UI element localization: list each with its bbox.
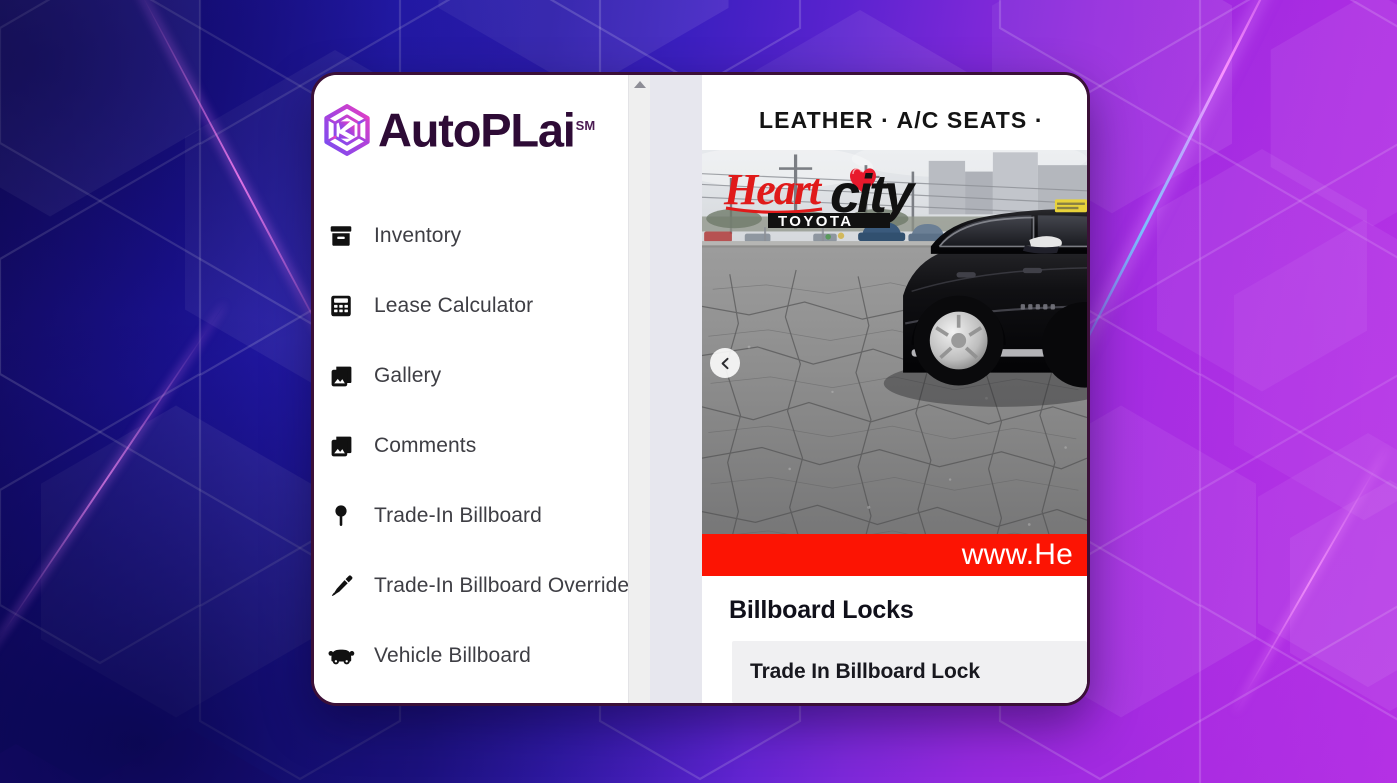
- map-pin-icon: [326, 501, 356, 531]
- dealer-url-banner: www.He: [702, 534, 1087, 576]
- archive-box-icon: [326, 221, 356, 251]
- sidebar-item-inventory[interactable]: Inventory: [314, 201, 628, 271]
- sidebar-item-label: Comments: [374, 434, 477, 457]
- fountain-pen-icon: [326, 571, 356, 601]
- sidebar-item-label: Gallery: [374, 364, 442, 387]
- sidebar-item-label: Vehicle Billboard: [374, 644, 531, 667]
- sidebar-item-lease-calculator[interactable]: Lease Calculator: [314, 271, 628, 341]
- car-icon: [326, 641, 356, 671]
- sidebar-item-comments[interactable]: Comments: [314, 411, 628, 481]
- dealer-logo: city Heart TOYOTA: [712, 156, 950, 234]
- chevron-left-icon: [719, 357, 732, 370]
- sidebar-item-trade-in-billboard-override[interactable]: Trade-In Billboard Override: [314, 551, 628, 621]
- sidebar-item-gallery[interactable]: Gallery: [314, 341, 628, 411]
- images-icon: [326, 431, 356, 461]
- panel-gutter: [650, 75, 702, 703]
- sidebar: AutoPLaiSM Inventory Lease Calculator Ga…: [314, 75, 628, 703]
- sidebar-item-label: Trade-In Billboard: [374, 504, 542, 527]
- lock-row-label: Trade In Billboard Lock: [750, 660, 980, 683]
- triangle-up-icon[interactable]: [633, 81, 646, 88]
- content-panel: LEATHER · A/C SEATS · city Heart TOYOTA …: [702, 75, 1087, 703]
- sidebar-scrollbar[interactable]: [628, 75, 650, 703]
- carousel-prev-button[interactable]: [710, 348, 740, 378]
- sidebar-item-label: Inventory: [374, 224, 462, 247]
- calculator-icon: [326, 291, 356, 321]
- brand-sm-mark: SM: [575, 118, 596, 133]
- app-window: AutoPLaiSM Inventory Lease Calculator Ga…: [311, 72, 1090, 706]
- dealer-url-text: www.He: [961, 538, 1073, 571]
- hexagon-network-icon: [320, 103, 374, 157]
- svg-text:TOYOTA: TOYOTA: [778, 213, 854, 230]
- images-icon: [326, 361, 356, 391]
- sidebar-item-trade-in-billboard[interactable]: Trade-In Billboard: [314, 481, 628, 551]
- billboard-locks-title: Billboard Locks: [729, 596, 914, 624]
- sidebar-item-label: Trade-In Billboard Override: [374, 574, 628, 597]
- svg-text:Heart: Heart: [723, 165, 823, 214]
- brand-logo[interactable]: AutoPLaiSM: [314, 75, 628, 187]
- sidebar-item-label: Lease Calculator: [374, 294, 534, 317]
- lock-row[interactable]: Trade In Billboard Lock: [732, 641, 1087, 703]
- sidebar-nav: Inventory Lease Calculator Gallery Comme…: [314, 187, 628, 691]
- brand-name: AutoPLaiSM: [378, 99, 595, 158]
- brand-name-text: AutoPLai: [378, 103, 576, 157]
- vehicle-feature-line: LEATHER · A/C SEATS ·: [759, 107, 1044, 133]
- vehicle-photo-carousel[interactable]: city Heart TOYOTA www.He: [702, 150, 1087, 576]
- sidebar-item-vehicle-billboard[interactable]: Vehicle Billboard: [314, 621, 628, 691]
